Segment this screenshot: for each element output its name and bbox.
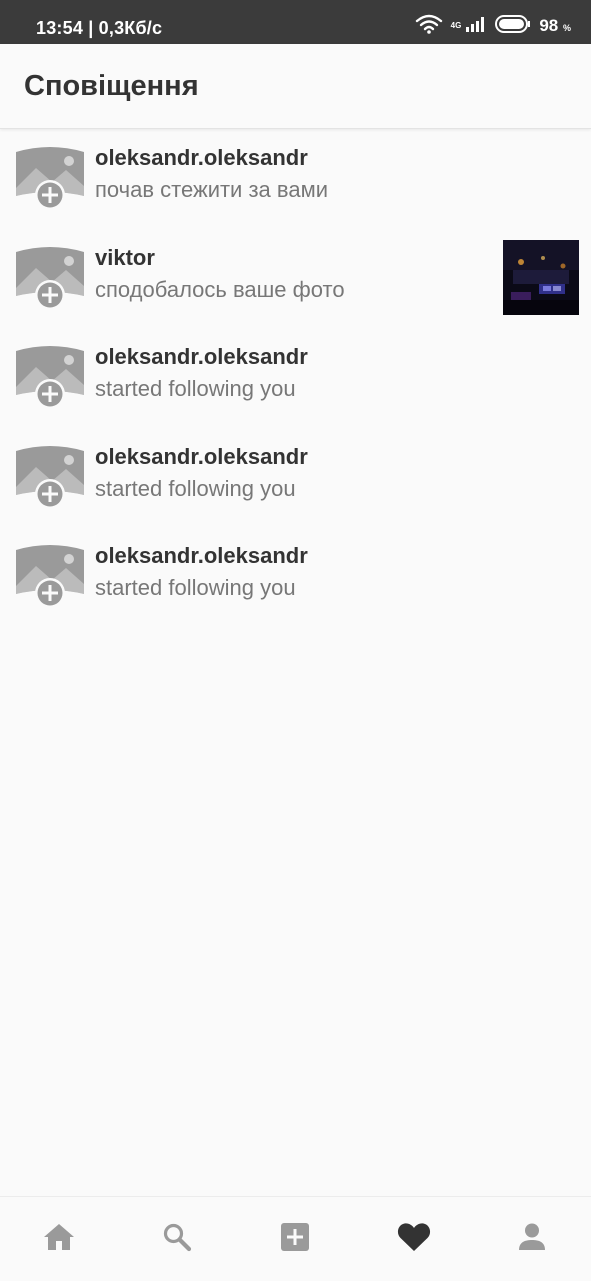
network-type: 4G (450, 21, 462, 30)
notification-item[interactable]: oleksandr.oleksandr started following yo… (0, 429, 591, 529)
notification-text: oleksandr.oleksandr started following yo… (95, 443, 308, 505)
notification-text: oleksandr.oleksandr почав стежити за вам… (95, 144, 328, 206)
nav-activity-button[interactable] (384, 1209, 444, 1269)
battery-percent: 98 (539, 16, 559, 35)
notification-action: started following you (95, 376, 296, 401)
notification-item[interactable]: oleksandr.oleksandr started following yo… (0, 329, 591, 429)
notification-list: oleksandr.oleksandr почав стежити за вам… (0, 130, 591, 628)
battery-unit: % (562, 23, 571, 33)
nav-profile-button[interactable] (502, 1209, 562, 1269)
battery-level: 98 % (539, 16, 571, 36)
profile-icon (517, 1222, 547, 1257)
notification-username[interactable]: oleksandr.oleksandr (95, 443, 308, 471)
search-icon (162, 1222, 192, 1257)
avatar-placeholder-icon[interactable] (12, 443, 88, 511)
notification-username[interactable]: viktor (95, 244, 345, 272)
notification-text: oleksandr.oleksandr started following yo… (95, 542, 308, 604)
avatar-placeholder-icon[interactable] (12, 343, 88, 411)
battery-icon (495, 14, 531, 38)
network-indicator: 4G (451, 22, 462, 30)
app-bar: Сповіщення (0, 44, 591, 129)
notification-item[interactable]: oleksandr.oleksandr почав стежити за вам… (0, 130, 591, 230)
avatar-placeholder-icon[interactable] (12, 244, 88, 312)
status-time: 13:54 | 0,3Кб/с (36, 18, 163, 38)
page-title: Сповіщення (24, 70, 199, 102)
notification-text: viktor сподобалось ваше фото (95, 244, 345, 306)
status-icons: 4G 98 % (415, 14, 571, 38)
bottom-navigation (0, 1196, 591, 1281)
liked-photo-thumbnail[interactable] (503, 239, 579, 315)
nav-add-post-button[interactable] (265, 1209, 325, 1269)
heart-icon (397, 1222, 431, 1257)
notification-text: oleksandr.oleksandr started following yo… (95, 343, 308, 405)
notification-username[interactable]: oleksandr.oleksandr (95, 343, 308, 371)
avatar-placeholder-icon[interactable] (12, 542, 88, 610)
home-icon (43, 1222, 75, 1257)
notification-item[interactable]: viktor сподобалось ваше фото (0, 230, 591, 330)
add-post-icon (280, 1222, 310, 1257)
notification-action: started following you (95, 575, 296, 600)
status-bar: 13:54 | 0,3Кб/с 4G 98 % (0, 0, 591, 44)
notification-action: started following you (95, 475, 296, 501)
notification-action: сподобалось ваше фото (95, 276, 345, 302)
signal-icon (465, 15, 487, 38)
wifi-icon (415, 14, 443, 39)
nav-home-button[interactable] (29, 1209, 89, 1269)
notification-action: почав стежити за вами (95, 177, 328, 202)
notification-username[interactable]: oleksandr.oleksandr (95, 542, 308, 570)
nav-search-button[interactable] (147, 1209, 207, 1269)
notification-username[interactable]: oleksandr.oleksandr (95, 144, 328, 172)
avatar-placeholder-icon[interactable] (12, 144, 88, 212)
notification-item[interactable]: oleksandr.oleksandr started following yo… (0, 528, 591, 628)
